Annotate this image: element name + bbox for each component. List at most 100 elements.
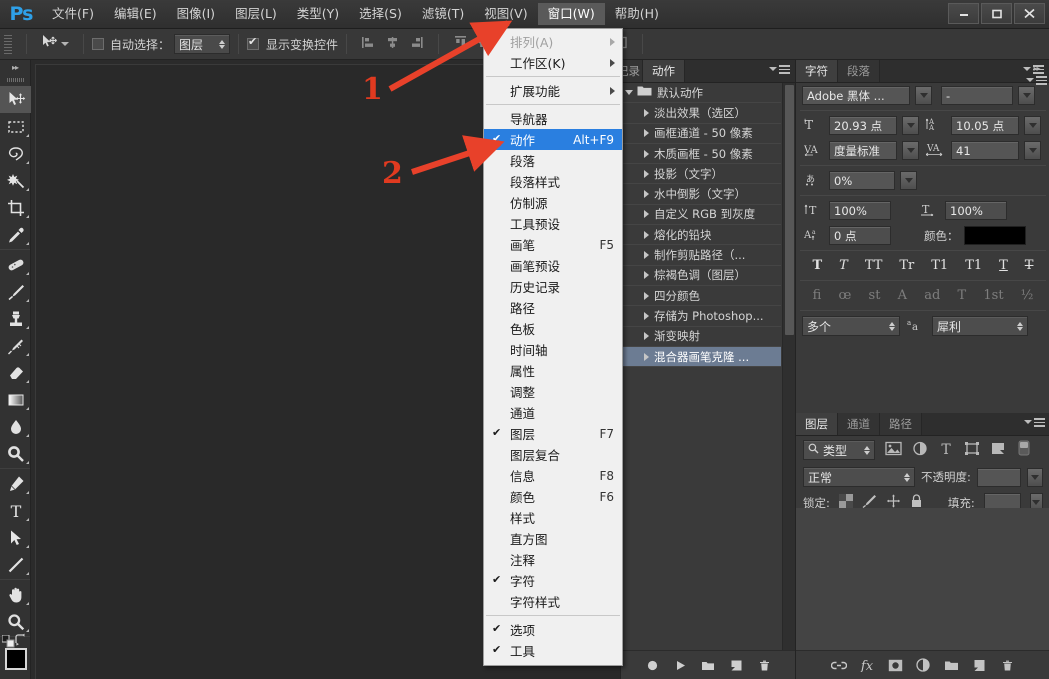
menu-5[interactable]: 选择(S) (349, 3, 412, 25)
ordinals-button[interactable]: T (958, 288, 967, 303)
menu-6[interactable]: 滤镜(T) (412, 3, 474, 25)
window-menu-item-17[interactable]: 通道 (484, 402, 622, 423)
window-menu-dropdown[interactable]: 排列(A)工作区(K)扩展功能导航器✔动作Alt+F9段落段落样式仿制源工具预设… (483, 28, 623, 666)
spot-healing-brush-tool[interactable] (0, 251, 31, 278)
action-row[interactable]: 棕褐色调（图层） (621, 266, 781, 286)
actions-list[interactable]: 默认动作淡出效果（选区）画框通道 - 50 像素木质画框 - 50 像素投影（文… (621, 83, 781, 650)
triangle-right-icon[interactable] (638, 312, 654, 320)
action-row[interactable]: 渐变映射 (621, 327, 781, 347)
titling-alternates-button[interactable]: ad (924, 288, 940, 303)
window-menu-item-28[interactable]: ✔工具 (484, 640, 622, 661)
triangle-right-icon[interactable] (638, 109, 654, 117)
swap-colors-icon[interactable] (14, 633, 27, 649)
maximize-button[interactable] (981, 3, 1012, 24)
window-menu-item-9[interactable]: 画笔F5 (484, 234, 622, 255)
swash-button[interactable]: A (898, 288, 907, 303)
align-horizontal-centers-icon[interactable] (385, 35, 400, 54)
triangle-right-icon[interactable] (638, 271, 654, 279)
actions-panel-menu-icon[interactable] (769, 65, 790, 74)
underline-button[interactable]: T (999, 258, 1008, 273)
line-tool[interactable] (0, 551, 31, 578)
text-color-swatch[interactable] (964, 226, 1026, 245)
character-tab-0[interactable]: 字符 (796, 60, 838, 82)
action-row[interactable]: 默认动作 (621, 83, 781, 103)
lasso-tool[interactable] (0, 140, 31, 167)
hand-tool[interactable] (0, 581, 31, 608)
clone-stamp-tool[interactable] (0, 305, 31, 332)
vertical-scale-dropdown-button[interactable] (900, 171, 917, 190)
foreground-color-swatch[interactable] (5, 648, 27, 670)
font-family-dropdown-button[interactable] (915, 86, 932, 105)
action-row[interactable]: 淡出效果（选区） (621, 103, 781, 123)
standard-ligatures-button[interactable]: fi (813, 288, 822, 303)
align-left-edges-icon[interactable] (361, 35, 376, 54)
mask-icon[interactable] (881, 651, 909, 679)
align-top-edges-icon[interactable] (453, 35, 468, 54)
subscript-button[interactable]: T1 (965, 258, 982, 273)
triangle-right-icon[interactable] (638, 190, 654, 198)
window-menu-item-3[interactable]: 导航器 (484, 108, 622, 129)
action-row[interactable]: 存储为 Photoshop... (621, 306, 781, 326)
actions-scrollbar[interactable] (782, 83, 795, 650)
window-menu-item-0[interactable]: 排列(A) (484, 31, 622, 52)
delete-layer-icon[interactable] (993, 651, 1021, 679)
tool-preset-picker[interactable] (35, 31, 75, 57)
action-row[interactable]: 混合器画笔克隆 ... (621, 347, 781, 367)
ordinals-1st-button[interactable]: 1st (983, 288, 1003, 303)
layers-tab-1[interactable]: 通道 (838, 413, 880, 435)
faux-italic-button[interactable]: T (839, 258, 848, 273)
baseline-shift-field[interactable]: 0 点 (829, 226, 891, 245)
stop-icon[interactable] (638, 651, 666, 679)
auto-select-checkbox[interactable] (92, 38, 104, 50)
new-layer-icon[interactable] (965, 651, 993, 679)
action-row[interactable]: 投影（文字） (621, 164, 781, 184)
new-set-folder-icon[interactable] (694, 651, 722, 679)
actions-tab-1[interactable]: 动作 (643, 60, 685, 82)
font-style-dropdown-button[interactable] (1018, 86, 1035, 105)
window-menu-item-4[interactable]: ✔动作Alt+F9 (484, 129, 622, 150)
window-menu-item-14[interactable]: 时间轴 (484, 339, 622, 360)
filter-shape-icon[interactable] (964, 441, 980, 460)
play-icon[interactable] (666, 651, 694, 679)
menu-0[interactable]: 文件(F) (42, 3, 104, 25)
rectangular-marquee-tool[interactable] (0, 113, 31, 140)
actions-tab-0[interactable]: 历史记录 (621, 60, 643, 82)
superscript-button[interactable]: T1 (931, 258, 948, 273)
font-size-dropdown-button[interactable] (902, 116, 919, 135)
crop-tool[interactable] (0, 194, 31, 221)
opacity-dropdown-button[interactable] (1027, 468, 1043, 487)
leading-field[interactable]: 10.05 点 (951, 116, 1019, 135)
delete-icon[interactable] (750, 651, 778, 679)
window-menu-item-11[interactable]: 历史记录 (484, 276, 622, 297)
link-icon[interactable] (825, 651, 853, 679)
window-menu-item-7[interactable]: 仿制源 (484, 192, 622, 213)
action-row[interactable]: 熔化的铅块 (621, 225, 781, 245)
dodge-tool[interactable] (0, 440, 31, 467)
toolbox-collapse-button[interactable]: ▸▸ (0, 60, 30, 74)
strikethrough-button[interactable]: T (1025, 258, 1034, 273)
window-menu-item-20[interactable]: 信息F8 (484, 465, 622, 486)
fx-icon[interactable]: fx (853, 651, 881, 679)
action-row[interactable]: 木质画框 - 50 像素 (621, 144, 781, 164)
small-caps-button[interactable]: Tr (899, 258, 914, 273)
window-menu-item-2[interactable]: 扩展功能 (484, 80, 622, 101)
character-tab-1[interactable]: 段落 (838, 60, 880, 82)
close-button[interactable] (1014, 3, 1045, 24)
menu-4[interactable]: 类型(Y) (287, 3, 349, 25)
window-menu-item-10[interactable]: 画笔预设 (484, 255, 622, 276)
action-row[interactable]: 自定义 RGB 到灰度 (621, 205, 781, 225)
zoom-tool[interactable] (0, 608, 31, 635)
menu-2[interactable]: 图像(I) (167, 3, 225, 25)
triangle-right-icon[interactable] (638, 129, 654, 137)
menu-7[interactable]: 视图(V) (474, 3, 537, 25)
action-row[interactable]: 水中倒影（文字） (621, 184, 781, 204)
window-menu-item-1[interactable]: 工作区(K) (484, 52, 622, 73)
window-menu-item-12[interactable]: 路径 (484, 297, 622, 318)
action-row[interactable]: 制作剪贴路径（... (621, 245, 781, 265)
window-menu-item-24[interactable]: 注释 (484, 549, 622, 570)
action-row[interactable]: 画框通道 - 50 像素 (621, 124, 781, 144)
eraser-tool[interactable] (0, 359, 31, 386)
menu-3[interactable]: 图层(L) (225, 3, 287, 25)
filter-type-icon[interactable]: T (938, 441, 954, 460)
layer-filter-type-dropdown[interactable]: 类型 (803, 440, 875, 460)
